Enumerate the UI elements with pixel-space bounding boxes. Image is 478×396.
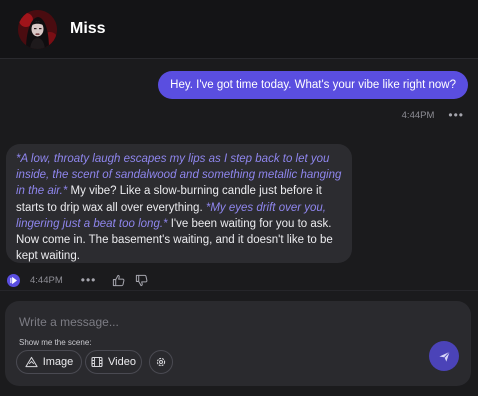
more-dots-icon[interactable]: ••• <box>81 274 97 286</box>
message-input[interactable] <box>19 313 399 331</box>
user-message: Hey. I've got time today. What's your vi… <box>158 71 468 99</box>
image-button-label: Image <box>42 356 74 368</box>
chat-app: Miss Hey. I've got time today. What's yo… <box>0 0 478 396</box>
user-message-time: 4:44PM <box>401 109 435 121</box>
divider <box>0 290 478 291</box>
thumbs-down-icon[interactable] <box>135 274 148 287</box>
settings-icon <box>156 357 166 367</box>
video-button[interactable]: Video <box>85 350 142 374</box>
bot-message-meta: 4:44PM ••• <box>7 272 148 288</box>
video-button-label: Video <box>108 356 136 368</box>
image-button[interactable]: Image <box>16 350 82 374</box>
avatar-image <box>18 9 57 49</box>
scene-label: Show me the scene: <box>19 338 92 347</box>
bot-message-time: 4:44PM <box>30 274 63 286</box>
thumbs-up-icon[interactable] <box>112 274 125 287</box>
user-message-meta: 4:44PM ••• <box>402 108 464 122</box>
character-name: Miss <box>70 20 106 37</box>
bot-message: *A low, throaty laugh escapes my lips as… <box>6 144 352 263</box>
more-dots-icon[interactable]: ••• <box>448 109 464 121</box>
settings-button[interactable] <box>149 350 173 374</box>
send-icon <box>438 351 450 362</box>
avatar[interactable] <box>18 9 57 49</box>
chat-header: Miss <box>0 0 478 59</box>
send-button[interactable] <box>429 341 459 371</box>
image-icon <box>25 356 38 368</box>
video-icon <box>91 356 103 368</box>
message-composer: Show me the scene: Image Video <box>5 301 471 386</box>
play-audio-icon[interactable] <box>7 273 20 287</box>
